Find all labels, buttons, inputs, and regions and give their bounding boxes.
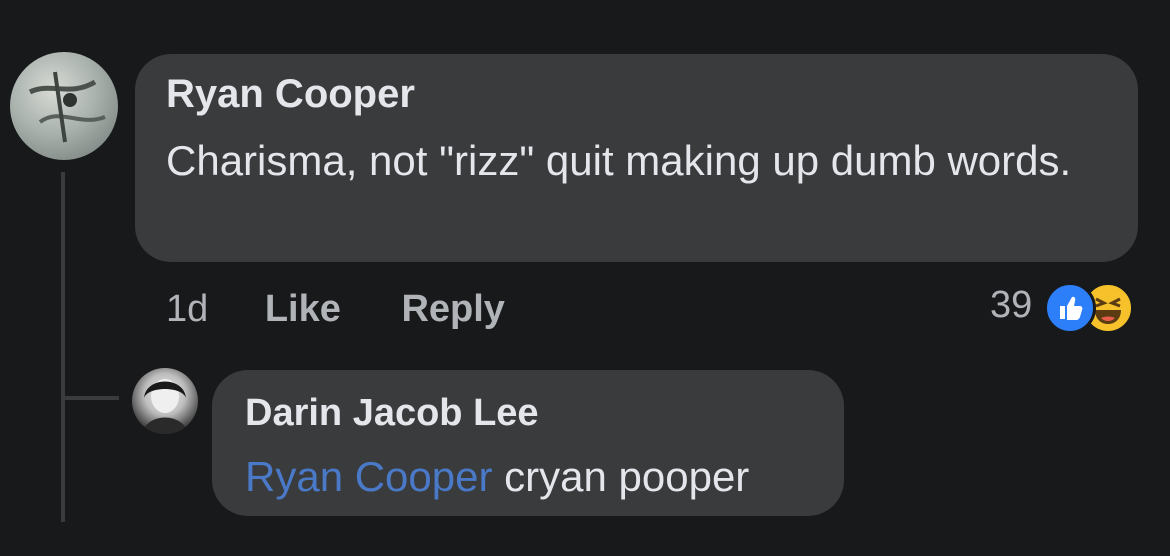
reaction-count: 39: [990, 284, 1033, 326]
comment-author[interactable]: Ryan Cooper: [166, 72, 415, 117]
reply-avatar-image: [142, 379, 188, 434]
reply-button[interactable]: Reply: [401, 284, 504, 334]
comment-bubble: Ryan Cooper Charisma, not "rizz" quit ma…: [135, 54, 1138, 262]
reply-mention[interactable]: Ryan Cooper: [245, 453, 492, 500]
reply-body: cryan pooper: [492, 453, 750, 500]
like-icon: [1044, 282, 1096, 334]
avatar[interactable]: [10, 52, 118, 160]
reply-text: Ryan Cooper cryan pooper: [245, 452, 749, 502]
reply-bubble: Darin Jacob Lee Ryan Cooper cryan pooper: [212, 370, 844, 516]
like-button[interactable]: Like: [265, 284, 341, 334]
reply-author[interactable]: Darin Jacob Lee: [245, 392, 539, 435]
avatar-image: [28, 71, 106, 143]
comment-text: Charisma, not "rizz" quit making up dumb…: [166, 137, 1072, 184]
reply-avatar[interactable]: [132, 368, 198, 434]
thread-line: [61, 172, 65, 522]
comment-timestamp[interactable]: 1d: [166, 284, 208, 334]
comment-actions: 1d Like Reply: [166, 284, 555, 334]
thread-branch: [61, 396, 119, 400]
